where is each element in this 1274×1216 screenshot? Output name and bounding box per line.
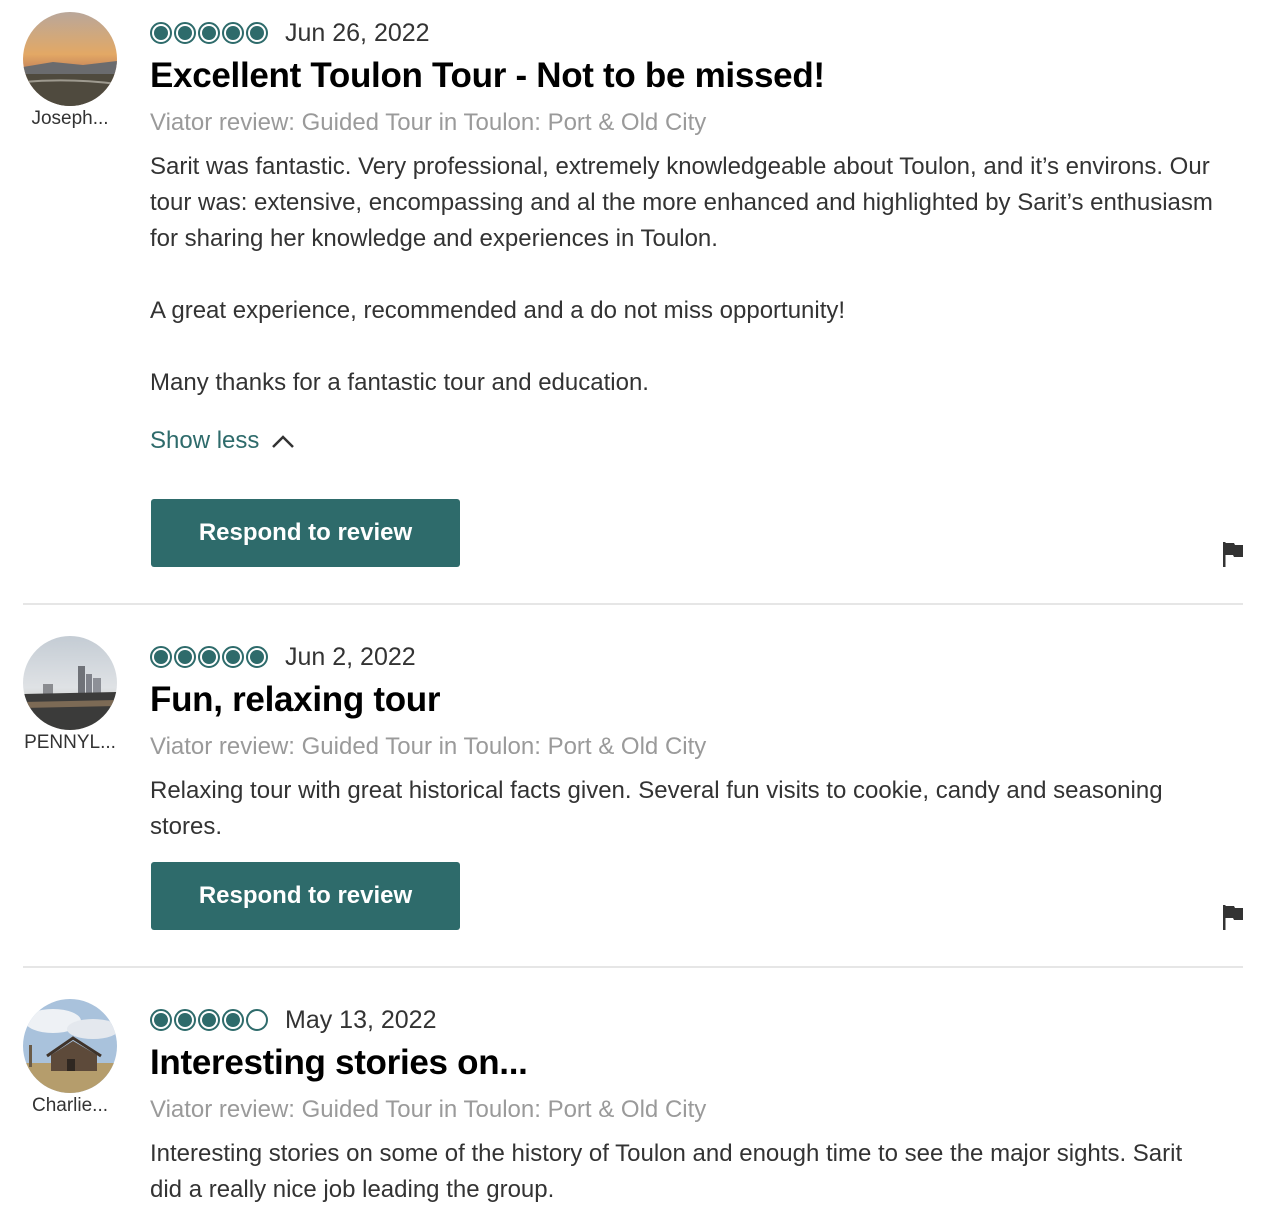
- rating-bubbles: [150, 1009, 268, 1031]
- respond-to-review-button[interactable]: Respond to review: [151, 862, 460, 930]
- rating-bubbles: [150, 646, 268, 668]
- reviewer-name[interactable]: PENNYL...: [14, 732, 126, 754]
- rating: Jun 2, 2022: [150, 643, 416, 671]
- rating-bubble-icon: [150, 1009, 172, 1031]
- divider: [23, 603, 1243, 605]
- rating-bubble-icon: [198, 646, 220, 668]
- reviewer-name[interactable]: Charlie...: [14, 1095, 126, 1117]
- respond-to-review-button[interactable]: Respond to review: [151, 499, 460, 567]
- review-date: Jun 26, 2022: [285, 18, 430, 47]
- avatar[interactable]: [23, 999, 117, 1093]
- show-less-link[interactable]: Show less: [150, 427, 295, 455]
- rating-bubble-icon: [246, 22, 268, 44]
- chevron-up-icon: [272, 435, 295, 448]
- review-text: Interesting stories on some of the histo…: [150, 1140, 1183, 1203]
- review-text: Relaxing tour with great historical fact…: [150, 777, 1163, 840]
- rating-bubbles: [150, 22, 268, 44]
- rating-bubble-icon: [150, 22, 172, 44]
- avatar[interactable]: [23, 12, 117, 106]
- rating-bubble-icon: [150, 646, 172, 668]
- flag-icon[interactable]: [1221, 540, 1245, 568]
- reviewer-name[interactable]: Joseph...: [14, 108, 126, 130]
- show-less-label[interactable]: Show less: [150, 427, 259, 455]
- review-date: Jun 2, 2022: [285, 642, 416, 671]
- rating-bubble-icon: [222, 22, 244, 44]
- rating-bubble-icon: [198, 1009, 220, 1031]
- rating-bubble-icon: [174, 646, 196, 668]
- rating-bubble-icon: [246, 1009, 268, 1031]
- review-source: Viator review: Guided Tour in Toulon: Po…: [150, 109, 707, 136]
- review-date: May 13, 2022: [285, 1005, 437, 1034]
- review-source: Viator review: Guided Tour in Toulon: Po…: [150, 733, 707, 760]
- divider: [23, 966, 1243, 968]
- rating-bubble-icon: [246, 646, 268, 668]
- rating-bubble-icon: [174, 1009, 196, 1031]
- review-text: Sarit was fantastic. Very professional, …: [150, 153, 1213, 252]
- rating-bubble-icon: [174, 22, 196, 44]
- rating: Jun 26, 2022: [150, 19, 430, 47]
- review-text: Many thanks for a fantastic tour and edu…: [150, 369, 649, 396]
- rating: May 13, 2022: [150, 1006, 437, 1034]
- rating-bubble-icon: [222, 646, 244, 668]
- review-title: Excellent Toulon Tour - Not to be missed…: [150, 56, 825, 95]
- review-text: A great experience, recommended and a do…: [150, 297, 846, 324]
- review-source: Viator review: Guided Tour in Toulon: Po…: [150, 1096, 707, 1123]
- review-title: Fun, relaxing tour: [150, 680, 441, 719]
- avatar[interactable]: [23, 636, 117, 730]
- flag-icon[interactable]: [1221, 903, 1245, 931]
- rating-bubble-icon: [198, 22, 220, 44]
- review-title: Interesting stories on...: [150, 1043, 528, 1082]
- rating-bubble-icon: [222, 1009, 244, 1031]
